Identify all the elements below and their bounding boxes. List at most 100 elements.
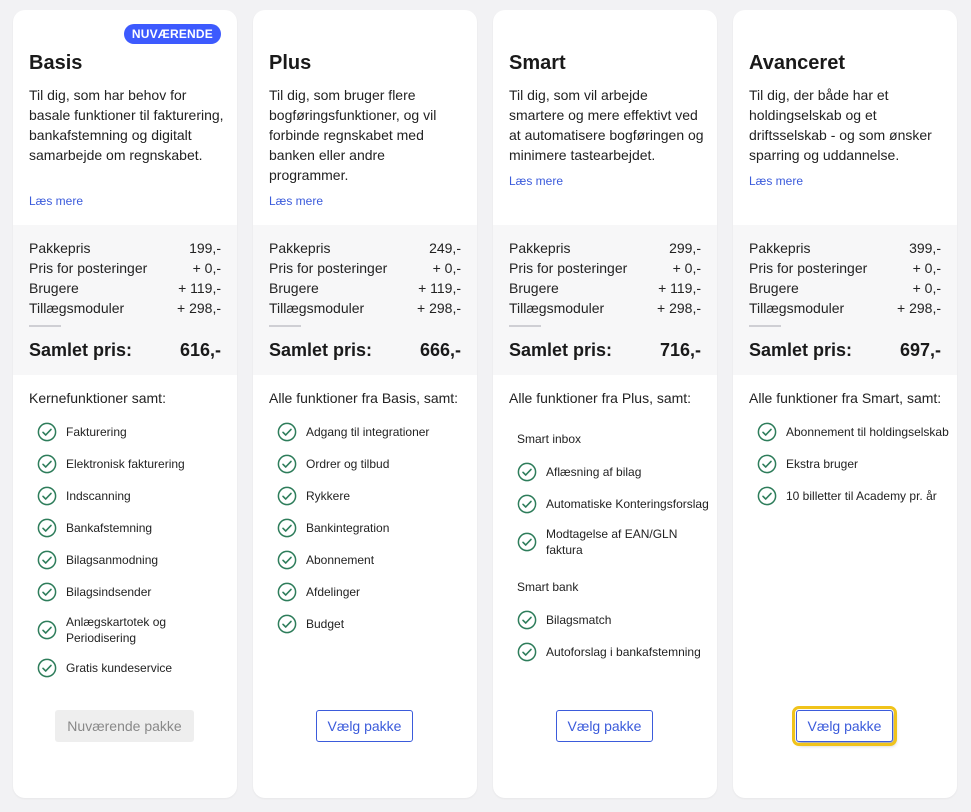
- check-circle-icon: [757, 486, 777, 506]
- feature-item: Automatiske Konteringsforslag: [517, 494, 715, 514]
- feature-item: Ordrer og tilbud: [277, 454, 475, 474]
- plan-title: Smart: [509, 52, 566, 74]
- check-circle-icon: [37, 550, 57, 570]
- check-circle-icon: [517, 494, 537, 514]
- users-price: + 0,-: [912, 280, 941, 296]
- package-price: 299,-: [669, 240, 701, 256]
- addons-price: + 298,-: [897, 300, 941, 316]
- price-row-package: Pakkepris 249,-: [269, 240, 461, 256]
- feature-item: Autoforslag i bankafstemning: [517, 642, 715, 662]
- check-circle-icon: [517, 462, 537, 482]
- addons-price: + 298,-: [177, 300, 221, 316]
- check-circle-icon: [757, 454, 777, 474]
- feature-item: Budget: [277, 614, 475, 634]
- feature-label: Ekstra bruger: [786, 457, 859, 471]
- check-circle-icon: [277, 518, 297, 538]
- total-price: 616,-: [179, 340, 221, 360]
- price-row-users: Brugere + 119,-: [29, 280, 221, 296]
- total-price: 697,-: [899, 340, 941, 360]
- plan-title: Plus: [269, 52, 312, 74]
- check-circle-icon: [277, 614, 297, 634]
- users-price: + 119,-: [418, 280, 461, 296]
- feature-label: Anlægskartotek og Periodisering: [66, 615, 167, 645]
- feature-label: Gratis kundeservice: [66, 661, 173, 675]
- feature-label: Adgang til integrationer: [306, 425, 430, 439]
- check-circle-icon: [517, 532, 537, 552]
- price-row-package: Pakkepris 199,-: [29, 240, 221, 256]
- read-more-link[interactable]: Læs mere: [29, 194, 83, 208]
- price-row-postings: Pris for posteringer + 0,-: [269, 260, 461, 276]
- feature-label: Rykkere: [306, 489, 351, 503]
- plan-card-smart: Smart Til dig, som vil arbejde smartere …: [493, 10, 717, 798]
- check-circle-icon: [277, 454, 297, 474]
- feature-item: Bankintegration: [277, 518, 475, 538]
- check-circle-icon: [37, 518, 57, 538]
- plan-card-basis: NUVÆRENDE Basis Til dig, som har behov f…: [13, 10, 237, 798]
- feature-group-heading: Smart bank: [517, 580, 579, 594]
- select-plan-button[interactable]: Vælg pakke: [556, 710, 653, 742]
- features-heading: Alle funktioner fra Plus, samt:: [509, 390, 692, 406]
- feature-group-heading: Smart inbox: [517, 432, 582, 446]
- check-circle-icon: [37, 620, 57, 640]
- feature-label: Autoforslag i bankafstemning: [546, 645, 701, 659]
- plan-description: Til dig, som har behov for basale funkti…: [29, 87, 224, 163]
- feature-label: Aflæsning af bilag: [546, 465, 642, 479]
- check-circle-icon: [37, 454, 57, 474]
- package-price: 199,-: [189, 240, 221, 256]
- feature-label: Modtagelse af EAN/GLN faktura: [546, 527, 678, 557]
- feature-item: Fakturering: [37, 422, 235, 442]
- divider: [749, 325, 781, 327]
- users-price: + 119,-: [178, 280, 221, 296]
- read-more-link[interactable]: Læs mere: [509, 174, 563, 188]
- price-row-users: Brugere + 119,-: [509, 280, 701, 296]
- price-summary: Pakkepris 249,- Pris for posteringer + 0,-…: [253, 225, 477, 375]
- price-row-postings: Pris for posteringer + 0,-: [749, 260, 941, 276]
- feature-item: Adgang til integrationer: [277, 422, 475, 442]
- feature-label: Indscanning: [66, 489, 131, 503]
- check-circle-icon: [37, 582, 57, 602]
- check-circle-icon: [277, 550, 297, 570]
- check-circle-icon: [37, 422, 57, 442]
- total-price-row: Samlet pris: 616,-: [29, 340, 221, 360]
- price-row-users: Brugere + 0,-: [749, 280, 941, 296]
- feature-item: Bilagsanmodning: [37, 550, 235, 570]
- price-row-addons: Tillægsmoduler + 298,-: [509, 300, 701, 316]
- price-summary: Pakkepris 199,- Pris for posteringer + 0,-…: [13, 225, 237, 375]
- feature-label: Fakturering: [66, 425, 127, 439]
- features-heading: Alle funktioner fra Smart, samt:: [749, 390, 942, 406]
- check-circle-icon: [277, 582, 297, 602]
- total-price-row: Samlet pris: 666,-: [269, 340, 461, 360]
- read-more-link[interactable]: Læs mere: [269, 194, 323, 208]
- total-price: 716,-: [659, 340, 701, 360]
- feature-item: Bilagsindsender: [37, 582, 235, 602]
- feature-label: Ordrer og tilbud: [306, 457, 390, 471]
- feature-label: Abonnement til holdingselskab: [786, 425, 949, 439]
- postings-price: + 0,-: [672, 260, 701, 276]
- price-row-postings: Pris for posteringer + 0,-: [509, 260, 701, 276]
- total-price: 666,-: [419, 340, 461, 360]
- addons-price: + 298,-: [417, 300, 461, 316]
- feature-label: Afdelinger: [306, 585, 361, 599]
- plan-description: Til dig, der både har et holdingselskab …: [749, 87, 932, 163]
- divider: [269, 325, 301, 327]
- features-heading: Alle funktioner fra Basis, samt:: [269, 390, 459, 406]
- feature-label: Automatiske Konteringsforslag: [546, 497, 709, 511]
- feature-label: 10 billetter til Academy pr. år: [786, 489, 937, 503]
- total-price-row: Samlet pris: 716,-: [509, 340, 701, 360]
- feature-label: Bilagsmatch: [546, 613, 612, 627]
- feature-item: Bilagsmatch: [517, 610, 715, 630]
- select-plan-button[interactable]: Vælg pakke: [316, 710, 413, 742]
- check-circle-icon: [277, 422, 297, 442]
- select-plan-button[interactable]: Vælg pakke: [792, 706, 897, 746]
- feature-item: Abonnement: [277, 550, 475, 570]
- feature-label: Bankintegration: [306, 521, 390, 535]
- feature-item: Abonnement til holdingselskab: [757, 422, 955, 442]
- feature-item: Afdelinger: [277, 582, 475, 602]
- current-plan-button[interactable]: Nuværende pakke: [55, 710, 194, 742]
- read-more-link[interactable]: Læs mere: [749, 174, 803, 188]
- feature-label: Budget: [306, 617, 345, 631]
- postings-price: + 0,-: [432, 260, 461, 276]
- check-circle-icon: [37, 486, 57, 506]
- feature-label: Bankafstemning: [66, 521, 153, 535]
- price-row-addons: Tillægsmoduler + 298,-: [269, 300, 461, 316]
